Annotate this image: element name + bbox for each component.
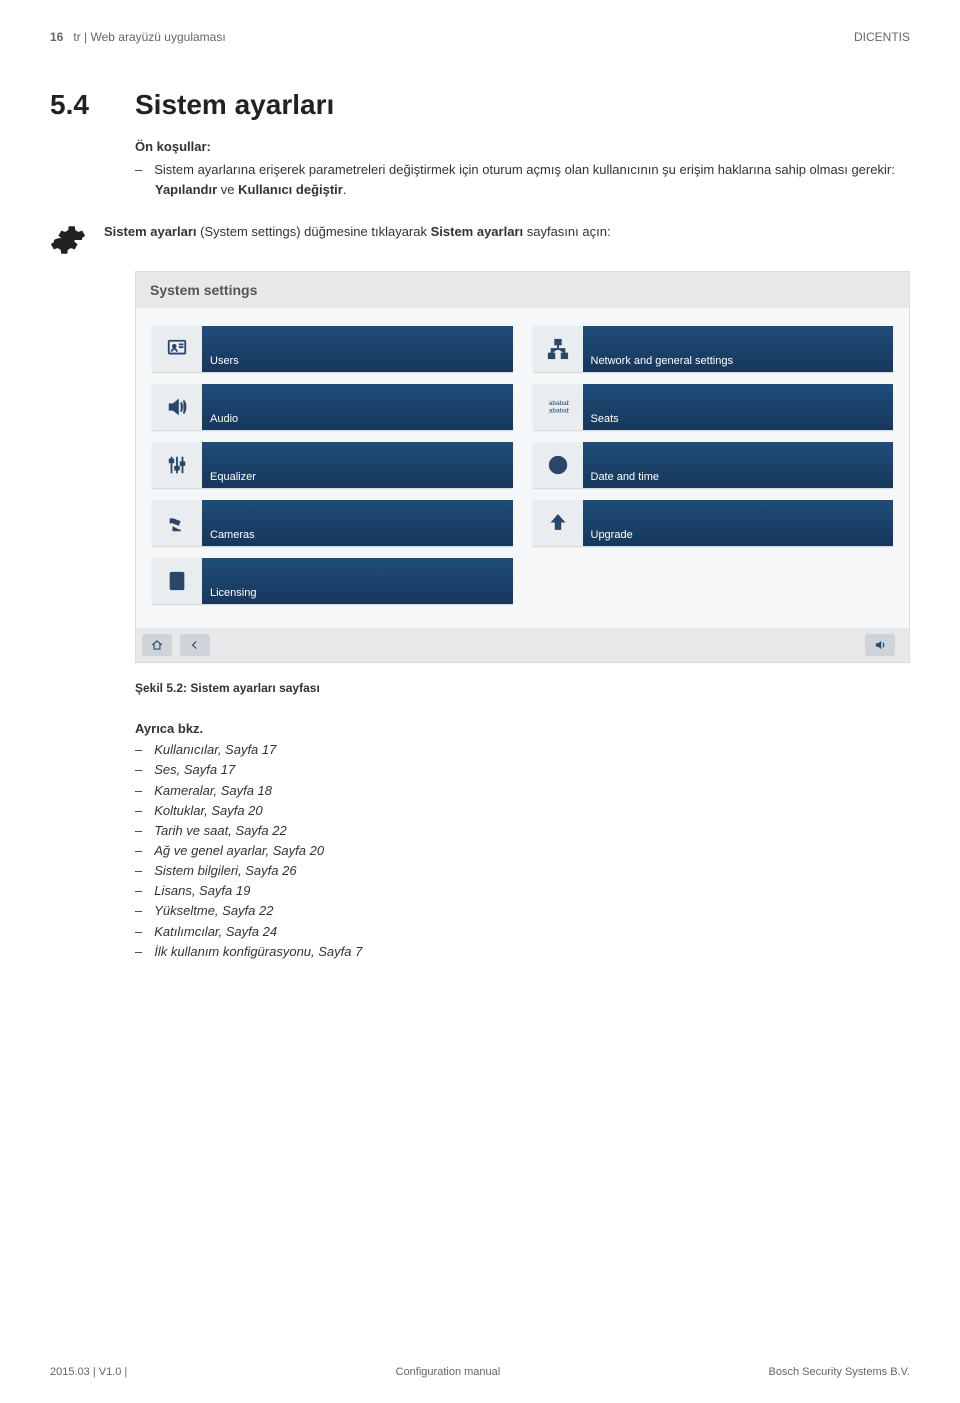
footer-right: Bosch Security Systems B.V. <box>769 1366 910 1378</box>
gear-icon <box>50 222 86 261</box>
page-header: 16 tr | Web arayüzü uygulaması DICENTIS <box>50 30 910 44</box>
see-also-item: Sistem bilgileri, Sayfa 26 <box>135 861 910 881</box>
screenshot-title: System settings <box>136 272 909 308</box>
section-title: Sistem ayarları <box>135 89 334 121</box>
tile-label: Equalizer <box>202 442 513 488</box>
tile-label: Licensing <box>202 558 513 604</box>
section-number: 5.4 <box>50 89 135 121</box>
svg-text:ababab: ababab <box>548 408 568 415</box>
screenshot-footer-bar <box>136 628 909 662</box>
see-also-item: Ağ ve genel ayarlar, Sayfa 20 <box>135 841 910 861</box>
prereq-list: Sistem ayarlarına erişerek parametreleri… <box>135 160 910 200</box>
see-also-item: Koltuklar, Sayfa 20 <box>135 801 910 821</box>
tile-equalizer[interactable]: Equalizer <box>152 442 513 488</box>
see-also-list: Kullanıcılar, Sayfa 17 Ses, Sayfa 17 Kam… <box>135 740 910 962</box>
license-icon <box>152 558 202 604</box>
tile-label: Seats <box>583 384 894 430</box>
see-also-item: Yükseltme, Sayfa 22 <box>135 901 910 921</box>
home-button[interactable] <box>142 634 172 656</box>
upgrade-icon <box>533 500 583 546</box>
tile-label: Upgrade <box>583 500 894 546</box>
prereq-item: Sistem ayarlarına erişerek parametreleri… <box>135 160 910 200</box>
see-also-heading: Ayrıca bkz. <box>135 721 910 736</box>
network-icon <box>533 326 583 372</box>
tile-licensing[interactable]: Licensing <box>152 558 513 604</box>
page-footer: 2015.03 | V1.0 | Configuration manual Bo… <box>50 1366 910 1378</box>
tile-users[interactable]: Users <box>152 326 513 372</box>
tile-cameras[interactable]: Cameras <box>152 500 513 546</box>
clock-icon <box>533 442 583 488</box>
tile-network[interactable]: Network and general settings <box>533 326 894 372</box>
footer-center: Configuration manual <box>396 1366 501 1378</box>
tile-seats[interactable]: abababababab Seats <box>533 384 894 430</box>
section-heading: 5.4 Sistem ayarları <box>50 89 910 121</box>
see-also-item: İlk kullanım konfigürasyonu, Sayfa 7 <box>135 942 910 962</box>
tile-audio[interactable]: Audio <box>152 384 513 430</box>
see-also-item: Lisans, Sayfa 19 <box>135 881 910 901</box>
tile-label: Cameras <box>202 500 513 546</box>
tile-label: Network and general settings <box>583 326 894 372</box>
tile-label: Audio <box>202 384 513 430</box>
header-left: 16 tr | Web arayüzü uygulaması <box>50 30 226 44</box>
see-also-item: Tarih ve saat, Sayfa 22 <box>135 821 910 841</box>
header-right: DICENTIS <box>854 30 910 44</box>
prereq-heading: Ön koşullar: <box>135 139 910 154</box>
see-also-item: Katılımcılar, Sayfa 24 <box>135 922 910 942</box>
tile-datetime[interactable]: Date and time <box>533 442 894 488</box>
see-also-item: Kameralar, Sayfa 18 <box>135 781 910 801</box>
seats-icon: abababababab <box>533 384 583 430</box>
volume-button[interactable] <box>865 634 895 656</box>
figure-caption: Şekil 5.2: Sistem ayarları sayfası <box>135 681 910 695</box>
see-also-item: Ses, Sayfa 17 <box>135 760 910 780</box>
tile-label: Users <box>202 326 513 372</box>
tile-label: Date and time <box>583 442 894 488</box>
back-button[interactable] <box>180 634 210 656</box>
svg-text:ababab: ababab <box>548 400 568 407</box>
intro-text: Sistem ayarları (System settings) düğmes… <box>104 222 611 242</box>
system-settings-screenshot: System settings Users Network and genera… <box>135 271 910 663</box>
users-icon <box>152 326 202 372</box>
audio-icon <box>152 384 202 430</box>
tile-upgrade[interactable]: Upgrade <box>533 500 894 546</box>
footer-left: 2015.03 | V1.0 | <box>50 1366 127 1378</box>
equalizer-icon <box>152 442 202 488</box>
see-also-item: Kullanıcılar, Sayfa 17 <box>135 740 910 760</box>
camera-icon <box>152 500 202 546</box>
